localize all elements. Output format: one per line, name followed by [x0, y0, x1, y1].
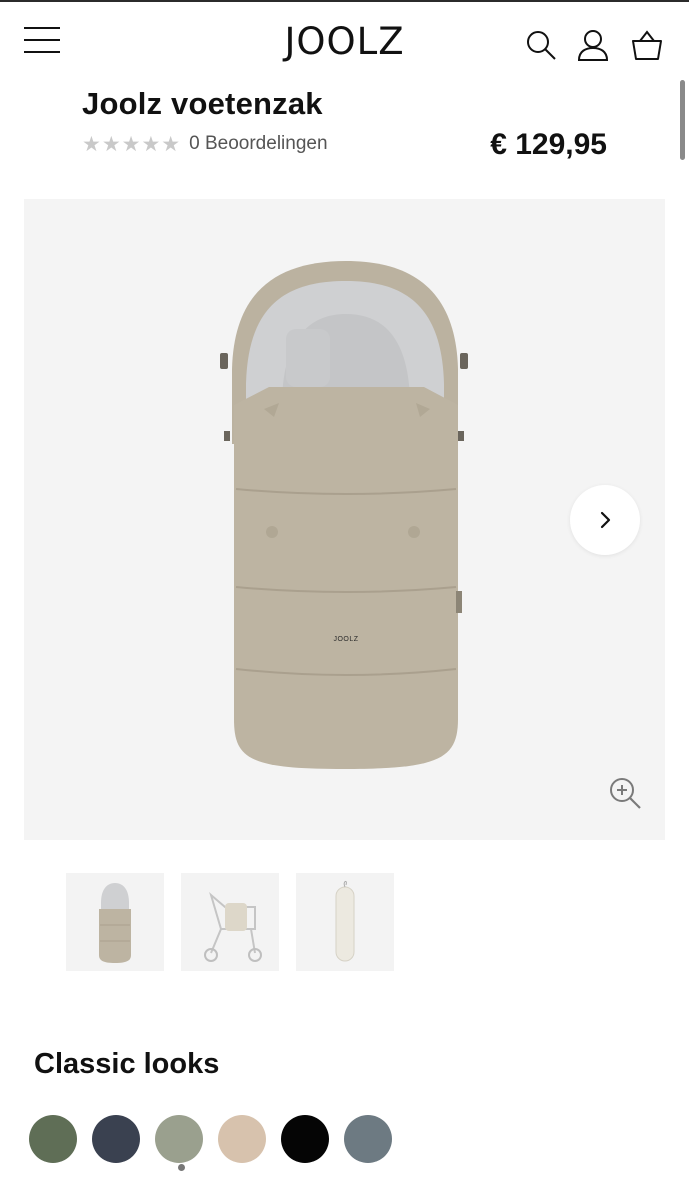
color-swatch-3[interactable] — [155, 1115, 203, 1163]
page-scrollbar[interactable] — [680, 80, 685, 160]
zoom-icon[interactable] — [608, 776, 644, 812]
selected-swatch-indicator — [178, 1164, 185, 1171]
classic-looks-heading: Classic looks — [34, 1048, 220, 1080]
product-gallery: JOOLZ — [24, 199, 665, 840]
color-swatch-5[interactable] — [281, 1115, 329, 1163]
account-icon[interactable] — [576, 28, 610, 62]
product-title: Joolz voetenzak — [82, 86, 323, 121]
search-icon[interactable] — [524, 28, 558, 62]
gallery-thumbnails — [66, 873, 394, 971]
color-swatch-1[interactable] — [29, 1115, 77, 1163]
product-price: € 129,95 — [490, 128, 607, 161]
color-swatch-2[interactable] — [92, 1115, 140, 1163]
footmuff-product-image[interactable]: JOOLZ — [24, 199, 665, 840]
thumbnail-storage-bag[interactable] — [296, 873, 394, 971]
basket-icon[interactable] — [630, 28, 664, 62]
brand-label: JOOLZ — [333, 636, 358, 643]
rating-summary[interactable]: ★★★★★ 0 Beoordelingen — [82, 132, 328, 156]
rating-stars: ★★★★★ — [82, 132, 182, 156]
reviews-count[interactable]: 0 Beoordelingen — [189, 133, 327, 155]
thumbnail-stroller[interactable] — [181, 873, 279, 971]
thumbnail-footmuff[interactable] — [66, 873, 164, 971]
next-image-button[interactable] — [570, 485, 640, 555]
site-header: JOOLZ — [0, 2, 689, 82]
color-swatch-4[interactable] — [218, 1115, 266, 1163]
chevron-right-icon — [600, 511, 611, 529]
color-swatch-6[interactable] — [344, 1115, 392, 1163]
color-swatches — [29, 1115, 392, 1163]
